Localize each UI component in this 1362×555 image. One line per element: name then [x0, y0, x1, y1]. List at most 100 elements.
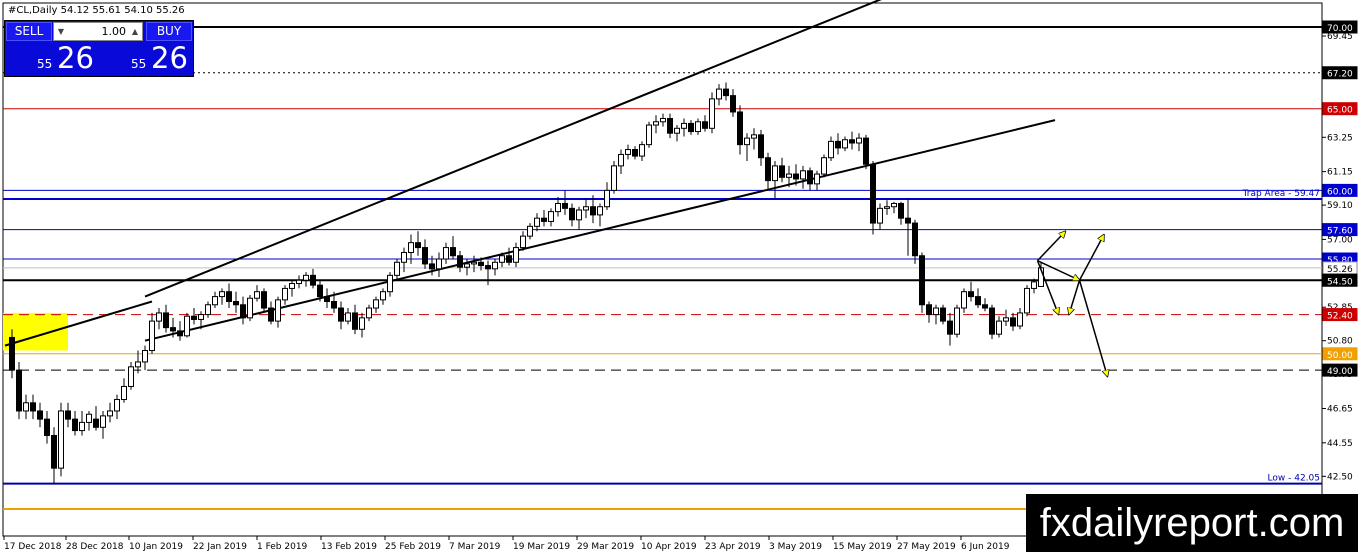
sell-button[interactable]: SELL [6, 22, 52, 41]
bear-candle [65, 410, 71, 420]
x-tick-label: 7 Mar 2019 [449, 542, 501, 552]
bull-candle [604, 189, 610, 208]
scenario-arrow[interactable] [1036, 231, 1066, 262]
bull-candle [933, 307, 939, 316]
scenario-arrow[interactable] [1078, 280, 1108, 376]
bull-candle [646, 124, 652, 146]
x-tick-label: 22 Jan 2019 [193, 542, 247, 552]
scenario-arrow[interactable] [1078, 235, 1105, 281]
bull-candle [387, 274, 393, 293]
bear-candle [191, 315, 197, 320]
bull-candle [772, 165, 778, 182]
sell-price[interactable]: 55 26 [9, 41, 99, 75]
scenario-arrow[interactable] [1069, 280, 1081, 314]
bear-candle [968, 291, 974, 298]
bear-candle [989, 307, 995, 335]
bear-candle [758, 134, 764, 159]
y-tick-label: 61.15 [1327, 168, 1353, 178]
bear-candle [730, 95, 736, 113]
bear-candle [170, 327, 176, 332]
lot-decrease-icon[interactable]: ▼ [54, 23, 68, 40]
y-tick-label: 50.80 [1327, 337, 1353, 347]
bear-candle [919, 255, 925, 306]
buy-price-prefix: 55 [131, 57, 147, 71]
bear-candle [688, 122, 694, 133]
bull-candle [548, 211, 554, 222]
y-tick-label: 44.55 [1327, 439, 1353, 449]
plot-frame [2, 2, 1323, 537]
bull-candle [359, 317, 365, 330]
buy-price[interactable]: 55 26 [103, 41, 193, 75]
y-tick-label: 46.65 [1327, 405, 1353, 415]
bull-candle [142, 350, 148, 363]
bull-candle [583, 206, 589, 211]
bull-candle [744, 137, 750, 146]
level-price-label: 67.20 [1327, 70, 1353, 80]
sell-price-pips: 26 [57, 41, 94, 75]
y-tick-label: 63.25 [1327, 133, 1353, 143]
bull-candle [436, 258, 442, 270]
bull-candle [1024, 287, 1030, 314]
bear-candle [723, 88, 729, 97]
x-tick-label: 17 Dec 2018 [4, 542, 62, 552]
bear-candle [506, 255, 512, 263]
bear-candle [975, 296, 981, 306]
bear-candle [9, 336, 15, 371]
bull-candle [212, 296, 218, 306]
x-tick-label: 27 May 2019 [897, 542, 956, 552]
bull-candle [814, 173, 820, 185]
bull-candle [121, 385, 127, 401]
lot-size-input[interactable] [68, 25, 128, 38]
bear-candle [898, 202, 904, 219]
bear-candle [415, 242, 421, 249]
trend-line[interactable] [144, 0, 1055, 298]
bull-candle [954, 307, 960, 335]
level-annotation: Low - 42.05 [1268, 474, 1320, 484]
lot-increase-icon[interactable]: ▲ [128, 23, 142, 40]
bull-candle [961, 291, 967, 309]
bear-candle [779, 165, 785, 178]
bull-candle [527, 225, 533, 237]
bear-candle [863, 137, 869, 165]
bull-candle [821, 157, 827, 175]
sell-price-prefix: 55 [37, 57, 53, 71]
bull-candle [149, 320, 155, 352]
chart-header: #CL,Daily 54.12 55.61 54.10 55.26 [8, 5, 185, 16]
bear-candle [324, 296, 330, 302]
watermark-logo: fxdailyreport.com [1026, 494, 1358, 552]
bear-candle [177, 330, 183, 337]
bear-candle [947, 320, 953, 335]
bull-candle [618, 153, 624, 167]
bear-candle [632, 149, 638, 157]
bull-candle [716, 88, 722, 100]
y-tick-label: 59.10 [1327, 201, 1353, 211]
bear-candle [233, 300, 239, 306]
bull-candle [345, 312, 351, 322]
bear-candle [226, 291, 232, 302]
bear-candle [849, 139, 855, 144]
bull-candle [653, 121, 659, 126]
bull-candle [828, 140, 834, 159]
x-tick-label: 3 May 2019 [769, 542, 822, 552]
bear-candle [569, 207, 575, 221]
bull-candle [891, 202, 897, 208]
y-tick-label: 57.00 [1327, 235, 1353, 245]
trend-line[interactable] [144, 119, 1056, 342]
price-chart[interactable]: 69.4567.2065.0063.2561.1559.1057.0054.90… [0, 0, 1362, 555]
bull-candle [394, 261, 400, 276]
bear-candle [737, 111, 743, 146]
x-tick-label: 13 Feb 2019 [321, 542, 377, 552]
bull-candle [86, 413, 92, 423]
bull-candle [128, 366, 134, 387]
bull-candle [884, 206, 890, 209]
bear-candle [422, 247, 428, 265]
bear-candle [982, 304, 988, 309]
bull-candle [534, 217, 540, 227]
bull-candle [464, 263, 470, 268]
bull-candle [254, 291, 260, 299]
buy-button[interactable]: BUY [146, 22, 192, 41]
bull-candle [219, 291, 225, 298]
bear-candle [457, 255, 463, 268]
bull-candle [597, 206, 603, 216]
bear-candle [485, 265, 491, 270]
